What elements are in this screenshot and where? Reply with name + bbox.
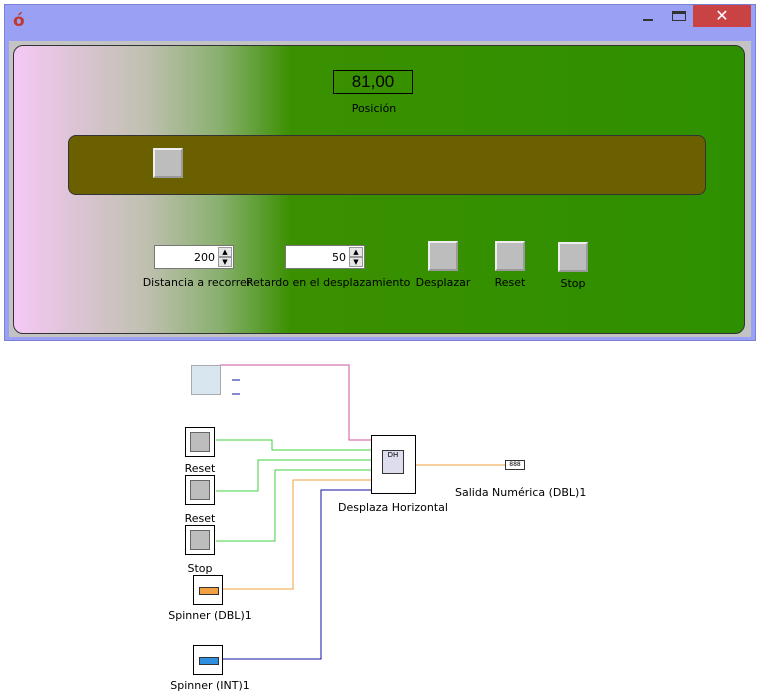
main-block-label: Desplaza Horizontal <box>338 501 448 514</box>
delay-spinner[interactable]: 50 ▲ ▼ <box>285 245 365 269</box>
close-button[interactable]: ✕ <box>693 5 751 27</box>
wire-orange <box>220 479 371 590</box>
wire-green <box>216 439 371 451</box>
app-icon: ó <box>13 11 25 31</box>
spin-up-icon[interactable]: ▲ <box>218 247 232 257</box>
wire-pink <box>220 364 371 441</box>
stop-block-label: Stop <box>187 562 213 575</box>
maximize-button[interactable] <box>667 7 693 27</box>
client-area: 81,00 Posición 200 ▲ ▼ Distancia a recor… <box>9 41 751 337</box>
chip-icon: DH <box>382 450 404 474</box>
spinner-int-block[interactable] <box>193 645 223 675</box>
numeric-display-icon[interactable]: 888 <box>505 460 525 470</box>
reset-label: Reset <box>494 276 526 289</box>
title-bar: ó ✕ <box>5 5 755 39</box>
position-label: Posición <box>351 102 397 115</box>
reset-block-2[interactable] <box>185 475 215 505</box>
distance-label: Distancia a recorrer <box>142 276 252 289</box>
spin-down-icon[interactable]: ▼ <box>349 257 363 267</box>
delay-label: Retardo en el desplazamiento <box>246 276 411 289</box>
spin-down-icon[interactable]: ▼ <box>218 257 232 267</box>
output-label: Salida Numérica (DBL)1 <box>455 486 587 499</box>
camera-icon[interactable] <box>191 365 221 395</box>
delay-value: 50 <box>332 251 346 264</box>
close-icon: ✕ <box>715 6 729 25</box>
reset-block-1-label: Reset <box>184 462 216 475</box>
reset-block-1[interactable] <box>185 427 215 457</box>
move-label: Desplazar <box>415 276 471 289</box>
reset-block-2-label: Reset <box>184 512 216 525</box>
spin-up-icon[interactable]: ▲ <box>349 247 363 257</box>
wire-blue <box>220 489 371 660</box>
slider-knob[interactable] <box>153 148 183 178</box>
wires <box>216 364 505 660</box>
app-window: ó ✕ 81,00 Posición 200 ▲ ▼ Distancia a r… <box>4 4 756 341</box>
minimize-button[interactable] <box>635 7 661 27</box>
move-button[interactable] <box>428 241 458 271</box>
distance-spinner[interactable]: 200 ▲ ▼ <box>154 245 234 269</box>
stop-button[interactable] <box>558 242 588 272</box>
block-diagram: Reset Reset Stop Spinner (DBL)1 Spinner … <box>0 350 760 694</box>
reset-button[interactable] <box>495 241 525 271</box>
spinner-int-label: Spinner (INT)1 <box>170 679 250 692</box>
distance-value: 200 <box>194 251 215 264</box>
main-subvi-block[interactable]: DH <box>371 435 416 494</box>
stop-label: Stop <box>560 277 586 290</box>
slider-track <box>68 135 706 195</box>
stop-block[interactable] <box>185 525 215 555</box>
spinner-dbl-label: Spinner (DBL)1 <box>168 609 252 622</box>
spinner-dbl-block[interactable] <box>193 575 223 605</box>
front-panel: 81,00 Posición 200 ▲ ▼ Distancia a recor… <box>13 45 745 334</box>
position-display: 81,00 <box>333 70 413 94</box>
